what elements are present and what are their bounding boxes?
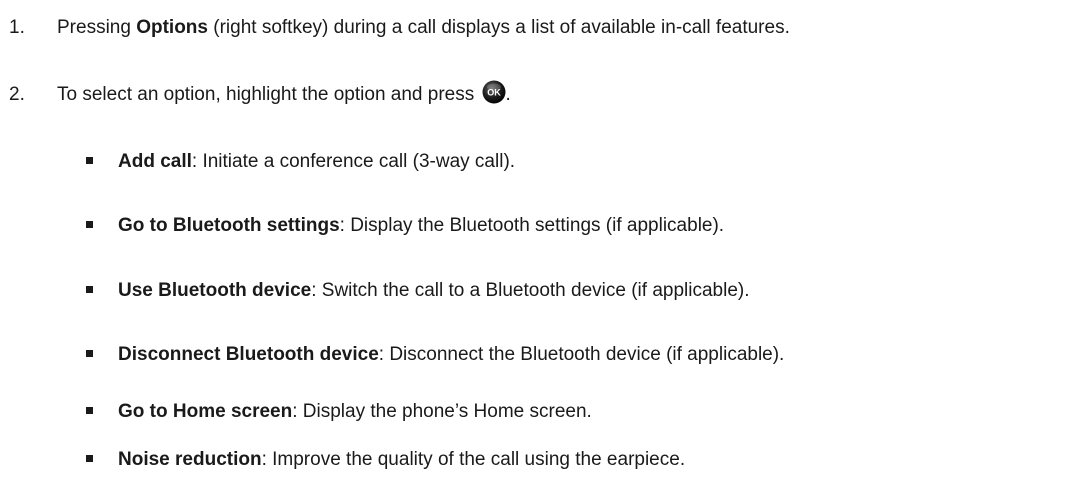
- options-softkey-label: Options: [136, 17, 208, 38]
- step-text-prefix: Pressing: [57, 17, 137, 38]
- option-description: : Disconnect the Bluetooth device (if ap…: [378, 344, 785, 365]
- option-term: Go to Home screen: [118, 401, 293, 422]
- option-item-noise-reduction: Noise reduction: Improve the quality of …: [86, 446, 685, 474]
- option-term: Go to Bluetooth settings: [118, 215, 340, 236]
- option-item-disconnect-bluetooth: Disconnect Bluetooth device: Disconnect …: [86, 341, 784, 369]
- step-text-end: .: [505, 84, 511, 105]
- bullet-square-icon: [86, 220, 93, 228]
- option-description: : Display the Bluetooth settings (if app…: [339, 215, 725, 236]
- option-term: Add call: [118, 151, 192, 172]
- option-item-home-screen: Go to Home screen: Display the phone’s H…: [86, 398, 592, 426]
- step-text-suffix: (right softkey) during a call displays a…: [207, 17, 790, 38]
- step-1: 1. Pressing Options (right softkey) durin…: [9, 14, 790, 42]
- option-term: Noise reduction: [118, 449, 262, 470]
- step-number: 1.: [9, 17, 25, 38]
- option-item-bluetooth-settings: Go to Bluetooth settings: Display the Bl…: [86, 212, 724, 240]
- step-text: To select an option, highlight the optio…: [57, 84, 475, 105]
- ok-icon-label: OK: [487, 88, 501, 98]
- option-term: Use Bluetooth device: [118, 280, 312, 301]
- bullet-square-icon: [86, 406, 93, 414]
- option-description: : Display the phone’s Home screen.: [292, 401, 592, 422]
- option-description: : Switch the call to a Bluetooth device …: [311, 280, 750, 301]
- option-item-use-bluetooth: Use Bluetooth device: Switch the call to…: [86, 277, 750, 305]
- bullet-square-icon: [86, 454, 93, 462]
- option-item-add-call: Add call: Initiate a conference call (3-…: [86, 148, 515, 176]
- option-term: Disconnect Bluetooth device: [118, 344, 379, 365]
- step-number: 2.: [9, 84, 25, 105]
- ok-button-icon: OK: [482, 80, 506, 104]
- option-description: : Improve the quality of the call using …: [261, 449, 686, 470]
- step-2: 2. To select an option, highlight the opt…: [9, 80, 511, 108]
- bullet-square-icon: [86, 156, 93, 164]
- bullet-square-icon: [86, 349, 93, 357]
- bullet-square-icon: [86, 285, 93, 293]
- option-description: : Initiate a conference call (3-way call…: [191, 151, 516, 172]
- document-page: 1. Pressing Options (right softkey) durin…: [0, 0, 1087, 485]
